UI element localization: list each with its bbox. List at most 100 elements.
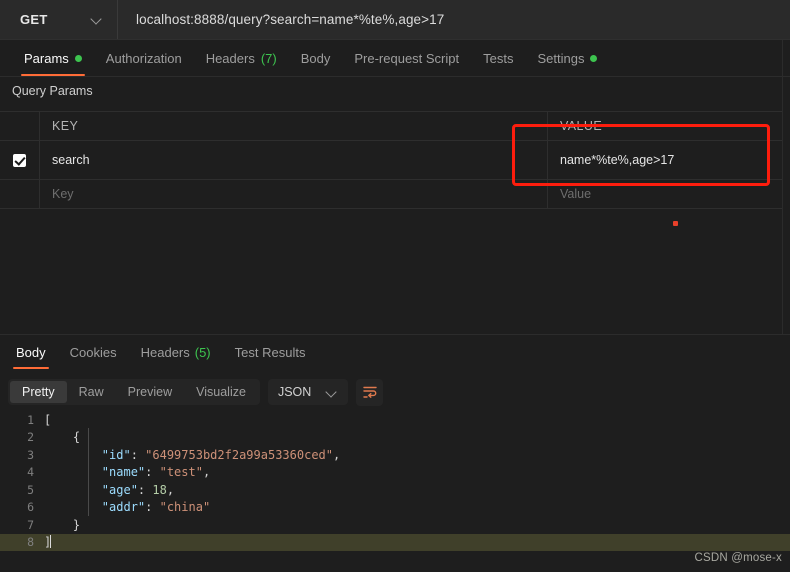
- column-header-value: VALUE: [560, 119, 603, 133]
- code-line-text: "age": 18,: [101, 482, 175, 497]
- column-header-key: KEY: [52, 119, 79, 133]
- status-dot-icon: [74, 54, 82, 62]
- view-pretty-label: Pretty: [22, 385, 55, 399]
- tab-params-label: Params: [24, 50, 69, 66]
- param-value-input-empty[interactable]: Value: [548, 180, 783, 208]
- tab-body[interactable]: Body: [289, 40, 343, 76]
- response-tab-bar: Body Cookies Headers (5) Test Results: [0, 335, 790, 369]
- row-enable-checkbox-empty[interactable]: [0, 180, 40, 208]
- line-number: 6: [27, 500, 34, 515]
- word-wrap-icon: [363, 386, 377, 398]
- code-line-row: 8]: [0, 533, 790, 551]
- header-checkbox-cell: [0, 112, 40, 140]
- code-line-text: }: [44, 517, 81, 532]
- response-tab-test-results[interactable]: Test Results: [223, 336, 318, 369]
- view-raw-label: Raw: [78, 385, 104, 399]
- code-line-text: ]: [44, 535, 52, 550]
- view-visualize-label: Visualize: [196, 385, 246, 399]
- header-value-cell: VALUE: [548, 112, 783, 140]
- postman-window: GET localhost:8888/query?search=name*%te…: [0, 0, 790, 572]
- response-view-segmented-control: Pretty Raw Preview Visualize: [8, 379, 260, 405]
- request-url-bar: GET localhost:8888/query?search=name*%te…: [0, 0, 790, 40]
- response-tab-headers-count: (5): [194, 345, 211, 360]
- panel-divider: [782, 40, 783, 334]
- chevron-down-icon: [92, 14, 103, 25]
- tab-params[interactable]: Params: [12, 40, 94, 76]
- code-lines-container: 1[2 {3 "id": "6499753bd2f2a99a53360ced",…: [0, 411, 790, 551]
- response-tab-body[interactable]: Body: [4, 336, 58, 369]
- word-wrap-toggle-button[interactable]: [356, 378, 384, 406]
- view-preview-label: Preview: [127, 385, 173, 399]
- tab-tests[interactable]: Tests: [471, 40, 525, 76]
- tab-pre-request-script-label: Pre-request Script: [354, 50, 460, 66]
- response-format-label: JSON: [277, 385, 312, 399]
- tab-authorization[interactable]: Authorization: [94, 40, 194, 76]
- view-visualize-button[interactable]: Visualize: [184, 381, 258, 403]
- view-preview-button[interactable]: Preview: [116, 381, 184, 403]
- line-number: 5: [27, 482, 34, 497]
- tab-authorization-label: Authorization: [105, 50, 182, 66]
- response-tab-body-label: Body: [16, 345, 46, 360]
- line-number: 2: [27, 430, 34, 445]
- tab-headers-count: (7): [260, 50, 277, 66]
- response-view-toolbar: Pretty Raw Preview Visualize JSON: [0, 373, 790, 411]
- table-row-empty[interactable]: Key Value: [0, 180, 783, 209]
- query-params-table: KEY VALUE search name*%te%,age>17 Key Va…: [0, 111, 783, 209]
- row-enable-checkbox[interactable]: [0, 141, 40, 179]
- http-method-selector[interactable]: GET: [0, 0, 118, 39]
- response-tab-headers[interactable]: Headers (5): [129, 336, 223, 369]
- response-body-editor[interactable]: 1[2 {3 "id": "6499753bd2f2a99a53360ced",…: [0, 411, 790, 572]
- code-line-text: [: [44, 412, 52, 427]
- response-tab-cookies[interactable]: Cookies: [58, 336, 129, 369]
- line-number: 7: [27, 517, 34, 532]
- status-dot-icon: [590, 54, 598, 62]
- code-line-text: {: [44, 430, 81, 445]
- watermark-text: CSDN @mose-x: [694, 552, 782, 564]
- line-number: 3: [27, 447, 34, 462]
- text-cursor: [50, 535, 52, 549]
- param-key-input-empty[interactable]: Key: [40, 180, 548, 208]
- url-input[interactable]: localhost:8888/query?search=name*%te%,ag…: [118, 0, 790, 39]
- param-value-value: name*%te%,age>17: [560, 153, 675, 167]
- annotation-dot: [673, 221, 678, 226]
- line-number: 4: [27, 465, 34, 480]
- param-value-placeholder: Value: [560, 187, 592, 201]
- response-tab-test-results-label: Test Results: [234, 345, 306, 360]
- response-tab-cookies-label: Cookies: [69, 345, 117, 360]
- code-line-text: "id": "6499753bd2f2a99a53360ced",: [101, 447, 341, 462]
- query-params-title: Query Params: [12, 84, 93, 98]
- tab-headers[interactable]: Headers (7): [194, 40, 289, 76]
- params-empty-area: [0, 209, 783, 334]
- request-tab-bar: Params Authorization Headers (7) Body Pr…: [0, 40, 790, 77]
- code-line-row: 2 {: [0, 429, 790, 447]
- code-line-row: 7 }: [0, 516, 790, 534]
- tab-headers-label: Headers: [205, 50, 255, 66]
- tab-settings[interactable]: Settings: [525, 40, 609, 76]
- line-number: 8: [27, 535, 34, 550]
- tab-pre-request-script[interactable]: Pre-request Script: [342, 40, 471, 76]
- line-number: 1: [27, 412, 34, 427]
- tab-tests-label: Tests: [483, 50, 514, 66]
- tab-body-label: Body: [300, 50, 331, 66]
- code-line-row: 4 "name": "test",: [0, 464, 790, 482]
- table-row[interactable]: search name*%te%,age>17: [0, 141, 783, 180]
- param-value-input[interactable]: name*%te%,age>17: [548, 141, 783, 179]
- param-key-input[interactable]: search: [40, 141, 548, 179]
- code-line-row: 5 "age": 18,: [0, 481, 790, 499]
- code-line-text: "name": "test",: [101, 465, 211, 480]
- code-line-row: 1[: [0, 411, 790, 429]
- param-key-placeholder: Key: [52, 187, 74, 201]
- table-header-row: KEY VALUE: [0, 112, 783, 141]
- response-tab-headers-label: Headers: [140, 345, 190, 360]
- param-key-value: search: [52, 153, 90, 167]
- view-raw-button[interactable]: Raw: [67, 381, 116, 403]
- http-method-label: GET: [20, 12, 48, 27]
- code-line-text: "addr": "china": [101, 500, 211, 515]
- header-key-cell: KEY: [40, 112, 548, 140]
- response-format-select[interactable]: JSON: [267, 379, 349, 405]
- checkbox-checked-icon: [13, 153, 26, 167]
- tab-settings-label: Settings: [537, 50, 585, 66]
- chevron-down-icon: [327, 387, 338, 398]
- view-pretty-button[interactable]: Pretty: [10, 381, 67, 403]
- code-line-row: 3 "id": "6499753bd2f2a99a53360ced",: [0, 446, 790, 464]
